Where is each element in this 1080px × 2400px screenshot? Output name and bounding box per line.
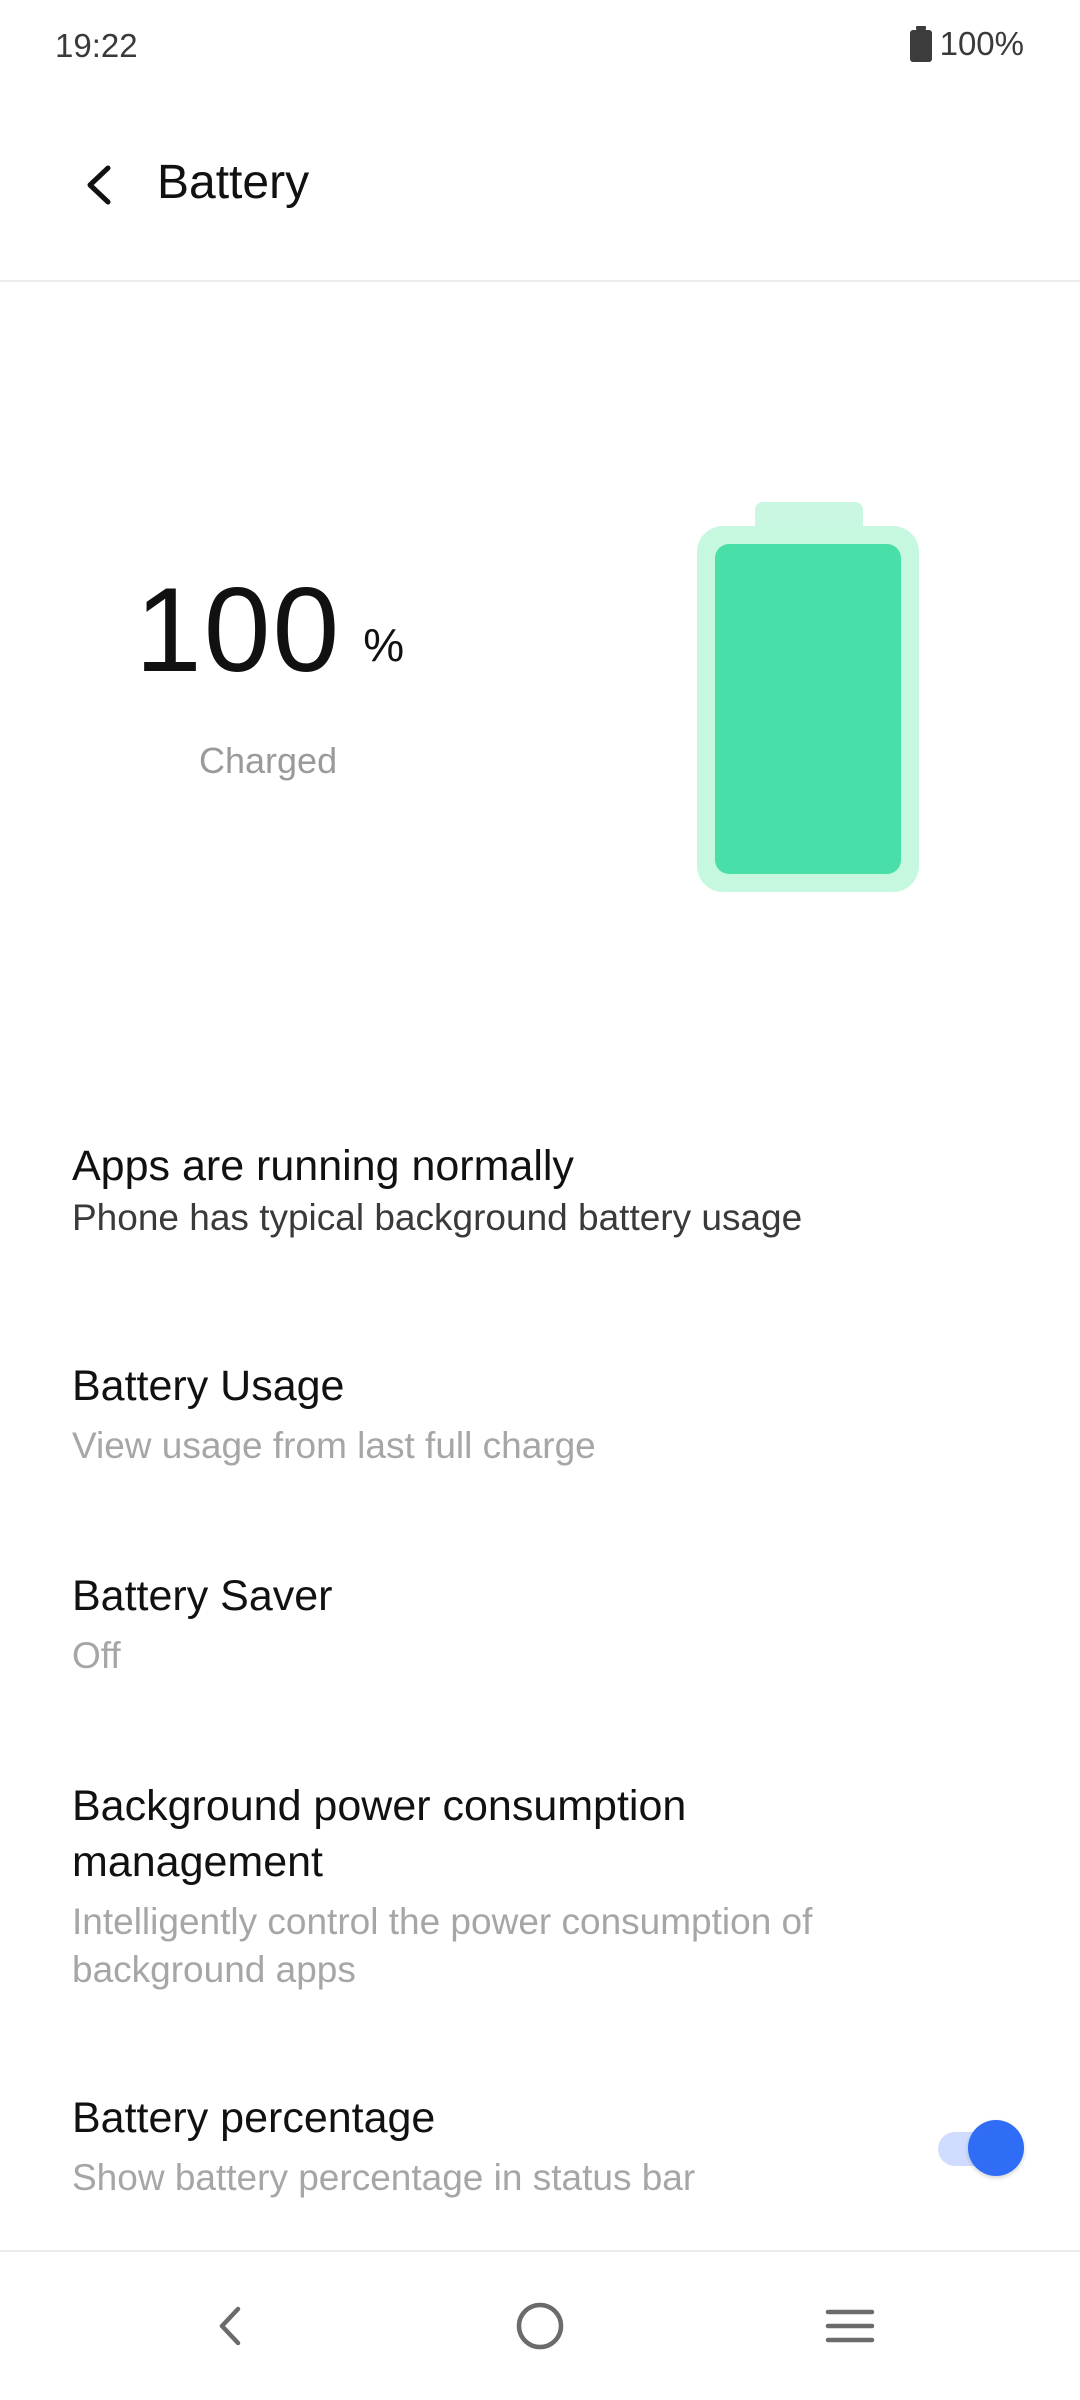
battery-illustration-icon (697, 502, 919, 892)
battery-usage-item[interactable]: Battery Usage View usage from last full … (72, 1358, 1008, 1470)
battery-icon (909, 26, 932, 62)
app-bar: Battery (0, 90, 1080, 282)
nav-back-button[interactable] (185, 2286, 275, 2366)
battery-level-value: 100 (135, 563, 342, 697)
status-battery-percent: 100% (939, 25, 1024, 62)
nav-back-icon (219, 2306, 241, 2346)
page-title: Battery (157, 156, 310, 209)
battery-level: 100 % (135, 570, 404, 690)
battery-state: Charged (199, 740, 338, 781)
status-bar: 19:22 100% (0, 0, 1080, 90)
back-button[interactable] (70, 150, 130, 220)
battery-level-unit: % (363, 619, 405, 671)
battery-saver-status: Off (72, 1635, 121, 1676)
battery-percentage-title: Battery percentage (72, 2094, 436, 2142)
background-power-subtitle: Intelligently control the power consumpt… (72, 1901, 813, 1990)
background-power-item[interactable]: Background power consumption management … (72, 1778, 940, 1994)
status-battery: 100% (909, 25, 1024, 63)
status-time: 19:22 (55, 27, 138, 64)
nav-home-icon (516, 2302, 564, 2350)
apps-status-title: Apps are running normally (72, 1142, 574, 1190)
battery-usage-title: Battery Usage (72, 1362, 345, 1410)
battery-usage-subtitle: View usage from last full charge (72, 1425, 596, 1466)
battery-saver-title: Battery Saver (72, 1572, 333, 1620)
nav-recents-button[interactable] (805, 2286, 895, 2366)
nav-recents-icon (825, 2309, 875, 2343)
nav-home-button[interactable] (495, 2286, 585, 2366)
background-power-title: Background power consumption management (72, 1782, 687, 1886)
battery-percentage-subtitle: Show battery percentage in status bar (72, 2157, 696, 2198)
apps-status-subtitle: Phone has typical background battery usa… (72, 1197, 803, 1238)
navigation-bar (0, 2250, 1080, 2400)
battery-percentage-item[interactable]: Battery percentage Show battery percenta… (72, 2090, 880, 2202)
battery-summary: 100 % Charged (0, 280, 1080, 1080)
back-arrow-icon (87, 165, 111, 205)
battery-percentage-toggle[interactable] (932, 2118, 1024, 2178)
apps-status-item[interactable]: Apps are running normally Phone has typi… (72, 1138, 1008, 1242)
toggle-thumb (968, 2120, 1024, 2176)
battery-saver-item[interactable]: Battery Saver Off (72, 1568, 1008, 1680)
